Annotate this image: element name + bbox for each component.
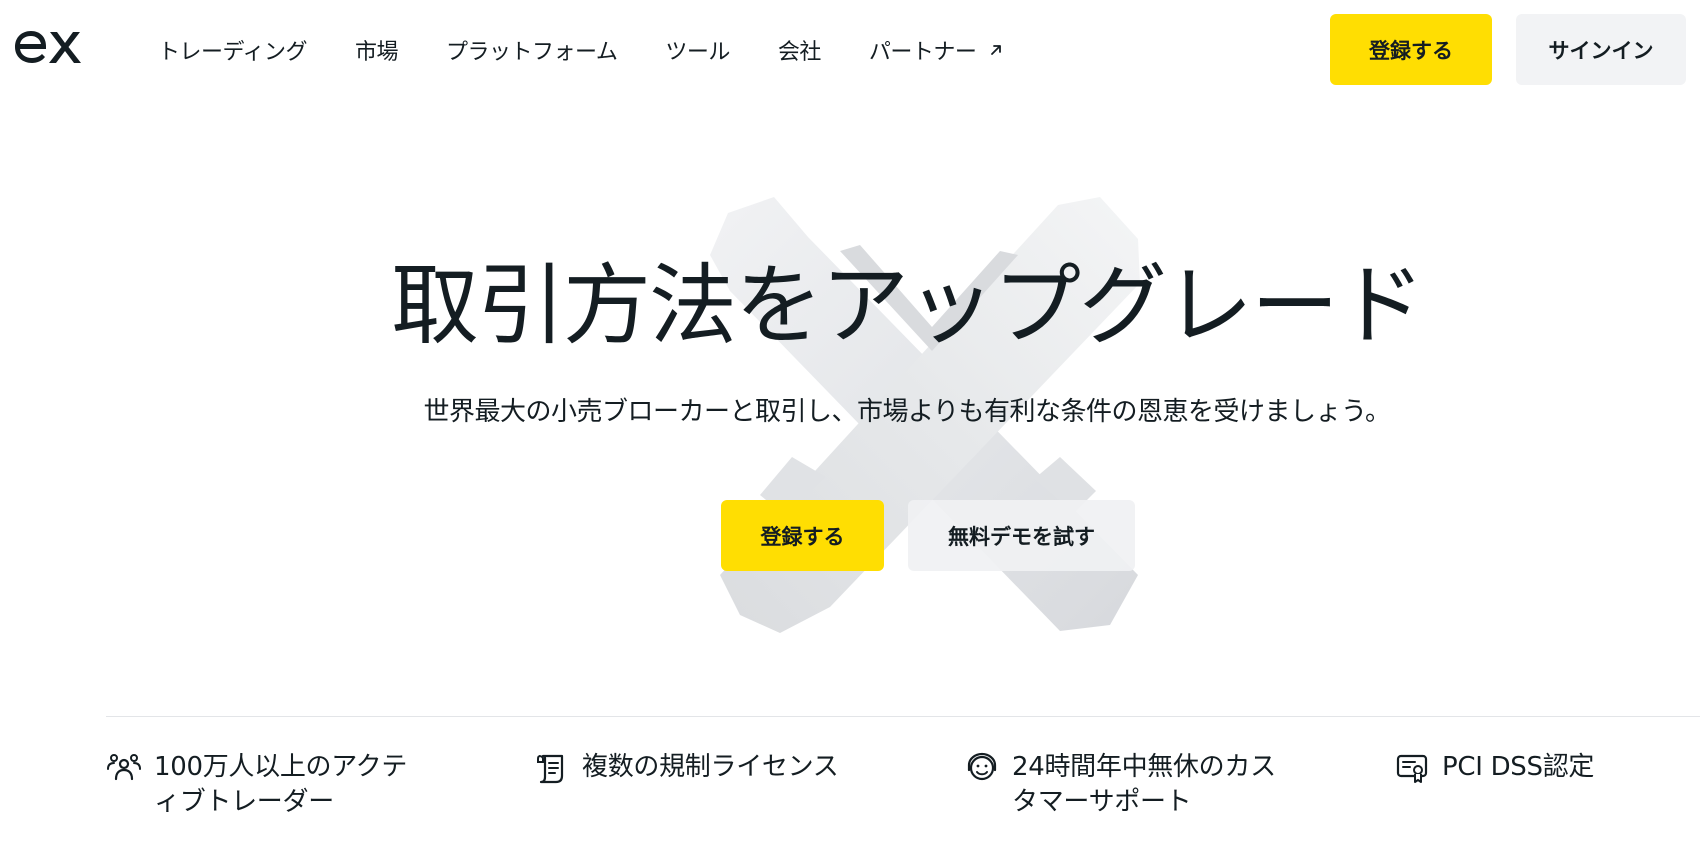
- nav-item-label: トレーディング: [158, 40, 307, 65]
- features-strip: 100万人以上のアクティブトレーダー 複数の規制ライセンス 24時間年中無休のカ…: [106, 750, 1700, 849]
- feature-item-traders: 100万人以上のアクティブトレーダー: [106, 750, 426, 820]
- main-nav: トレーディング 市場 プラットフォーム ツール 会社 パートナー: [158, 34, 1005, 66]
- feature-item-support: 24時間年中無休のカスタマーサポート: [964, 750, 1284, 820]
- feature-text: 複数の規制ライセンス: [582, 752, 839, 782]
- external-link-icon: [991, 45, 1002, 55]
- nav-item-tools[interactable]: ツール: [665, 34, 730, 66]
- nav-item-markets[interactable]: 市場: [354, 34, 399, 66]
- nav-item-platforms[interactable]: プラットフォーム: [445, 34, 618, 66]
- nav-item-label: ツール: [665, 40, 730, 65]
- feature-text: 24時間年中無休のカスタマーサポート: [1012, 752, 1276, 817]
- section-divider: [106, 716, 1700, 717]
- nav-item-company[interactable]: 会社: [777, 34, 822, 66]
- nav-item-label: 市場: [354, 40, 399, 65]
- nav-item-label: プラットフォーム: [445, 40, 618, 65]
- feature-text: 100万人以上のアクティブトレーダー: [154, 752, 408, 817]
- hero-title: 取引方法をアップグレード: [390, 254, 1425, 357]
- register-button-header[interactable]: 登録する: [1330, 14, 1492, 85]
- signin-button[interactable]: サインイン: [1516, 14, 1686, 85]
- demo-button[interactable]: 無料デモを試す: [908, 500, 1135, 571]
- hero-subtitle: 世界最大の小売ブローカーと取引し、市場よりも有利な条件の恩恵を受けましょう。: [423, 397, 1391, 427]
- nav-item-partners[interactable]: パートナー: [869, 34, 1005, 66]
- nav-item-label: 会社: [777, 40, 822, 65]
- feature-item-licenses: 複数の規制ライセンス: [534, 750, 864, 786]
- exness-logo[interactable]: [14, 22, 84, 66]
- users-icon: [107, 754, 141, 781]
- site-header: トレーディング 市場 プラットフォーム ツール 会社 パートナー 登録する サイ…: [0, 0, 1700, 96]
- nav-item-trading[interactable]: トレーディング: [158, 34, 307, 66]
- feature-item-pci: PCI DSS認定: [1394, 750, 1700, 786]
- certificate-icon: [1396, 754, 1428, 783]
- register-button-hero[interactable]: 登録する: [721, 500, 884, 571]
- document-icon: [537, 754, 564, 784]
- feature-text: PCI DSS認定: [1442, 752, 1595, 782]
- nav-item-label: パートナー: [868, 40, 977, 65]
- support-icon: [967, 752, 997, 781]
